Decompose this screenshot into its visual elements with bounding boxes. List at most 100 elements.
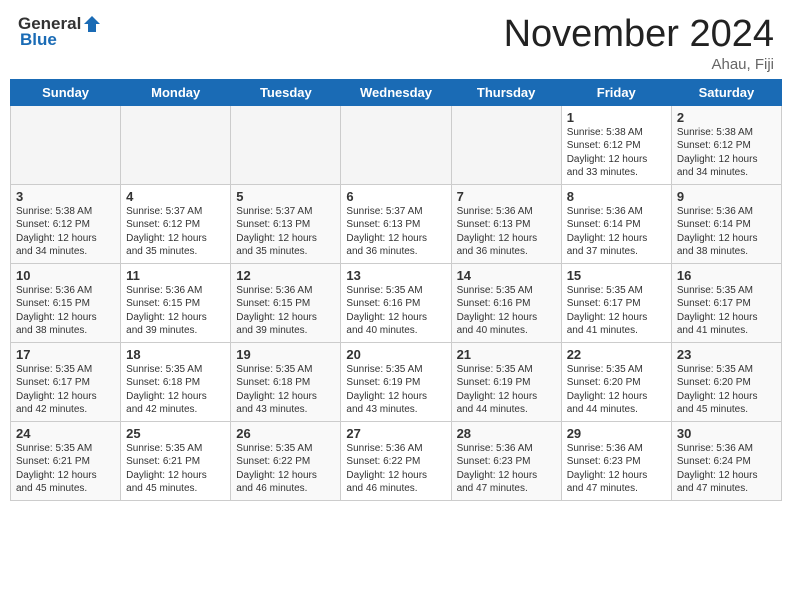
sunset-text: Sunset: 6:16 PM [346, 297, 445, 311]
sunset-text: Sunset: 6:17 PM [16, 376, 115, 390]
sunrise-text: Sunrise: 5:36 AM [16, 284, 115, 298]
logo-blue-text: Blue [18, 30, 57, 50]
day-number: 14 [457, 268, 556, 283]
daylight-text: Daylight: 12 hours and 35 minutes. [236, 232, 335, 259]
cal-cell [451, 105, 561, 184]
cal-cell [121, 105, 231, 184]
cal-cell: 27 Sunrise: 5:36 AM Sunset: 6:22 PM Dayl… [341, 421, 451, 500]
sunset-text: Sunset: 6:12 PM [16, 218, 115, 232]
day-number: 22 [567, 347, 666, 362]
day-number: 16 [677, 268, 776, 283]
header-monday: Monday [121, 79, 231, 105]
header-saturday: Saturday [671, 79, 781, 105]
sunset-text: Sunset: 6:13 PM [236, 218, 335, 232]
sunset-text: Sunset: 6:22 PM [236, 455, 335, 469]
cal-cell: 3 Sunrise: 5:38 AM Sunset: 6:12 PM Dayli… [11, 184, 121, 263]
sunset-text: Sunset: 6:14 PM [677, 218, 776, 232]
sunrise-text: Sunrise: 5:36 AM [567, 205, 666, 219]
day-number: 12 [236, 268, 335, 283]
cal-cell: 24 Sunrise: 5:35 AM Sunset: 6:21 PM Dayl… [11, 421, 121, 500]
sunrise-text: Sunrise: 5:36 AM [457, 442, 556, 456]
sunrise-text: Sunrise: 5:36 AM [457, 205, 556, 219]
cal-cell: 1 Sunrise: 5:38 AM Sunset: 6:12 PM Dayli… [561, 105, 671, 184]
cal-cell: 19 Sunrise: 5:35 AM Sunset: 6:18 PM Dayl… [231, 342, 341, 421]
sunset-text: Sunset: 6:17 PM [677, 297, 776, 311]
daylight-text: Daylight: 12 hours and 36 minutes. [457, 232, 556, 259]
cal-cell: 7 Sunrise: 5:36 AM Sunset: 6:13 PM Dayli… [451, 184, 561, 263]
sunrise-text: Sunrise: 5:35 AM [346, 363, 445, 377]
day-number: 3 [16, 189, 115, 204]
sunrise-text: Sunrise: 5:36 AM [236, 284, 335, 298]
daylight-text: Daylight: 12 hours and 34 minutes. [16, 232, 115, 259]
week-row-3: 10 Sunrise: 5:36 AM Sunset: 6:15 PM Dayl… [11, 263, 782, 342]
sunrise-text: Sunrise: 5:35 AM [126, 363, 225, 377]
sunrise-text: Sunrise: 5:35 AM [677, 284, 776, 298]
sunset-text: Sunset: 6:23 PM [457, 455, 556, 469]
cal-cell: 25 Sunrise: 5:35 AM Sunset: 6:21 PM Dayl… [121, 421, 231, 500]
header-sunday: Sunday [11, 79, 121, 105]
day-number: 21 [457, 347, 556, 362]
day-number: 9 [677, 189, 776, 204]
daylight-text: Daylight: 12 hours and 40 minutes. [346, 311, 445, 338]
logo: General Blue [18, 14, 103, 50]
day-number: 8 [567, 189, 666, 204]
sunset-text: Sunset: 6:23 PM [567, 455, 666, 469]
cal-cell: 13 Sunrise: 5:35 AM Sunset: 6:16 PM Dayl… [341, 263, 451, 342]
sunset-text: Sunset: 6:16 PM [457, 297, 556, 311]
cal-cell: 16 Sunrise: 5:35 AM Sunset: 6:17 PM Dayl… [671, 263, 781, 342]
header-tuesday: Tuesday [231, 79, 341, 105]
daylight-text: Daylight: 12 hours and 39 minutes. [126, 311, 225, 338]
sunset-text: Sunset: 6:19 PM [457, 376, 556, 390]
cal-cell [11, 105, 121, 184]
page-header: General Blue November 2024 Ahau, Fiji [0, 0, 792, 79]
sunrise-text: Sunrise: 5:35 AM [16, 363, 115, 377]
sunset-text: Sunset: 6:21 PM [16, 455, 115, 469]
daylight-text: Daylight: 12 hours and 33 minutes. [567, 153, 666, 180]
sunrise-text: Sunrise: 5:35 AM [567, 363, 666, 377]
sunrise-text: Sunrise: 5:35 AM [567, 284, 666, 298]
week-row-1: 1 Sunrise: 5:38 AM Sunset: 6:12 PM Dayli… [11, 105, 782, 184]
cal-cell: 8 Sunrise: 5:36 AM Sunset: 6:14 PM Dayli… [561, 184, 671, 263]
location: Ahau, Fiji [504, 56, 774, 73]
sunset-text: Sunset: 6:13 PM [457, 218, 556, 232]
cal-cell: 2 Sunrise: 5:38 AM Sunset: 6:12 PM Dayli… [671, 105, 781, 184]
sunrise-text: Sunrise: 5:37 AM [346, 205, 445, 219]
sunset-text: Sunset: 6:22 PM [346, 455, 445, 469]
sunrise-text: Sunrise: 5:36 AM [126, 284, 225, 298]
sunset-text: Sunset: 6:12 PM [677, 139, 776, 153]
day-number: 10 [16, 268, 115, 283]
daylight-text: Daylight: 12 hours and 38 minutes. [677, 232, 776, 259]
daylight-text: Daylight: 12 hours and 37 minutes. [567, 232, 666, 259]
sunrise-text: Sunrise: 5:37 AM [236, 205, 335, 219]
page-container: General Blue November 2024 Ahau, Fiji Su… [0, 0, 792, 612]
daylight-text: Daylight: 12 hours and 46 minutes. [236, 469, 335, 496]
cal-cell: 12 Sunrise: 5:36 AM Sunset: 6:15 PM Dayl… [231, 263, 341, 342]
sunrise-text: Sunrise: 5:37 AM [126, 205, 225, 219]
daylight-text: Daylight: 12 hours and 44 minutes. [457, 390, 556, 417]
header-wednesday: Wednesday [341, 79, 451, 105]
cal-cell: 9 Sunrise: 5:36 AM Sunset: 6:14 PM Dayli… [671, 184, 781, 263]
day-number: 17 [16, 347, 115, 362]
week-row-4: 17 Sunrise: 5:35 AM Sunset: 6:17 PM Dayl… [11, 342, 782, 421]
day-number: 19 [236, 347, 335, 362]
sunset-text: Sunset: 6:15 PM [126, 297, 225, 311]
calendar-table: Sunday Monday Tuesday Wednesday Thursday… [10, 79, 782, 501]
sunrise-text: Sunrise: 5:35 AM [236, 442, 335, 456]
sunset-text: Sunset: 6:15 PM [16, 297, 115, 311]
cal-cell: 10 Sunrise: 5:36 AM Sunset: 6:15 PM Dayl… [11, 263, 121, 342]
cal-cell: 18 Sunrise: 5:35 AM Sunset: 6:18 PM Dayl… [121, 342, 231, 421]
daylight-text: Daylight: 12 hours and 34 minutes. [677, 153, 776, 180]
day-number: 18 [126, 347, 225, 362]
sunrise-text: Sunrise: 5:36 AM [677, 205, 776, 219]
daylight-text: Daylight: 12 hours and 41 minutes. [567, 311, 666, 338]
cal-cell: 4 Sunrise: 5:37 AM Sunset: 6:12 PM Dayli… [121, 184, 231, 263]
daylight-text: Daylight: 12 hours and 38 minutes. [16, 311, 115, 338]
daylight-text: Daylight: 12 hours and 35 minutes. [126, 232, 225, 259]
day-number: 20 [346, 347, 445, 362]
cal-cell: 23 Sunrise: 5:35 AM Sunset: 6:20 PM Dayl… [671, 342, 781, 421]
day-number: 29 [567, 426, 666, 441]
cal-cell [341, 105, 451, 184]
cal-cell: 30 Sunrise: 5:36 AM Sunset: 6:24 PM Dayl… [671, 421, 781, 500]
cal-cell: 17 Sunrise: 5:35 AM Sunset: 6:17 PM Dayl… [11, 342, 121, 421]
sunrise-text: Sunrise: 5:36 AM [677, 442, 776, 456]
